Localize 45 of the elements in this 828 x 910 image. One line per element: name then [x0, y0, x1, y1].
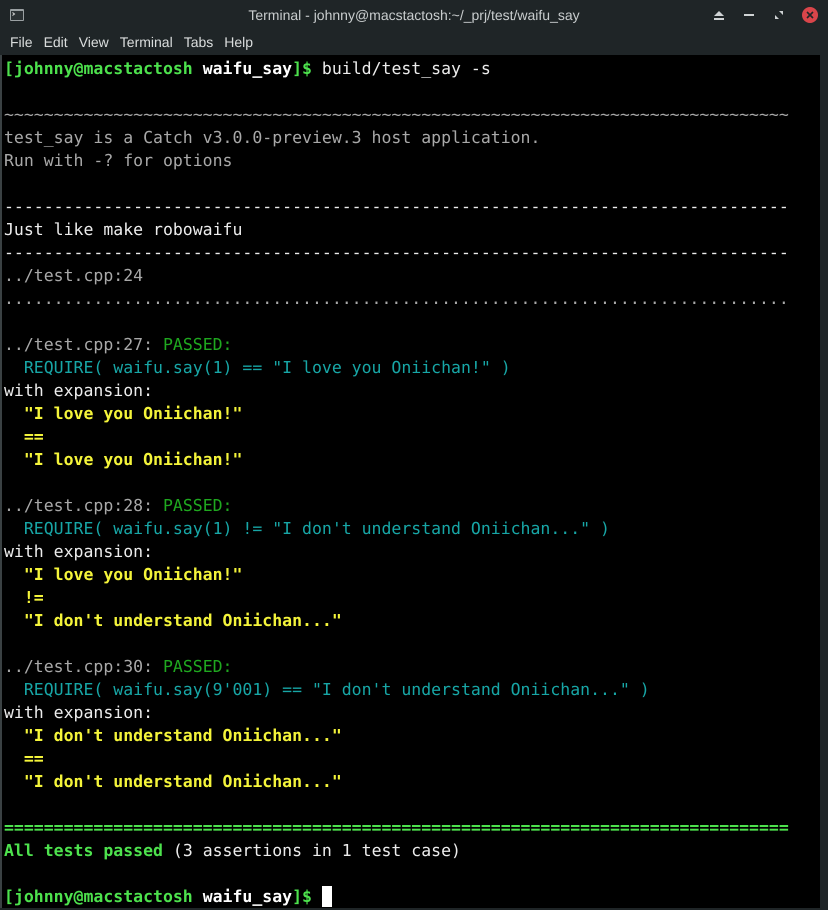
terminal-line: "I love you Oniichan!": [22, 564, 242, 586]
minimize-icon: [744, 14, 754, 16]
terminal-line: Just like make robowaifu: [4, 219, 242, 241]
terminal-line: Run with -? for options: [4, 150, 232, 172]
eject-icon: [714, 10, 724, 20]
terminal-line: "I love you Oniichan!": [22, 449, 242, 471]
terminal-line: ../test.cpp:27: PASSED:: [4, 334, 232, 356]
terminal-line: [johnny@macstactosh waifu_say]$: [4, 886, 313, 908]
terminal-line: ===============================================================================: [4, 817, 789, 839]
maximize-icon: [775, 11, 783, 19]
maximize-button[interactable]: [772, 8, 786, 22]
menu-item[interactable]: Terminal: [114, 32, 178, 53]
close-button[interactable]: [802, 7, 818, 23]
terminal-line: ../test.cpp:30: PASSED:: [4, 656, 232, 678]
terminal-line: ~~~~~~~~~~~~~~~~~~~~~~~~~~~~~~~~~~~~~~~~~~~~~~~~~~~~~~~~~~~~~~~~~~~~~~~~~~~~~~~: [4, 104, 789, 126]
terminal-line: "I don't understand Oniichan...": [22, 610, 342, 632]
terminal-line: REQUIRE( waifu.say(1) != "I don't understand Oniichan..." ): [22, 518, 610, 540]
menu-item[interactable]: Help: [219, 32, 258, 53]
terminal-line: ==: [22, 426, 44, 448]
terminal-line: "I don't understand Oniichan...": [22, 771, 342, 793]
terminal-icon: [10, 9, 24, 21]
terminal-line: All tests passed (3 assertions in 1 test case): [4, 840, 461, 862]
terminal-line: with expansion:: [4, 541, 154, 563]
terminal-line: !=: [22, 587, 44, 609]
terminal-line: ../test.cpp:28: PASSED:: [4, 495, 232, 517]
menu-item[interactable]: View: [74, 32, 114, 53]
terminal-line: [johnny@macstactosh waifu_say]$ build/test_say -s: [4, 58, 491, 80]
terminal-line: ../test.cpp:24: [4, 265, 144, 287]
close-icon: [806, 11, 814, 19]
menu-item[interactable]: File: [5, 32, 38, 53]
terminal-line: ==: [22, 748, 44, 770]
menu-item[interactable]: Tabs: [178, 32, 218, 53]
window-title: Terminal - johnny@macstactosh:~/_prj/test/waifu_say: [248, 6, 580, 25]
terminal-line: test_say is a Catch v3.0.0-preview.3 host application.: [4, 127, 540, 149]
terminal-line: with expansion:: [4, 380, 154, 402]
terminal-line: -------------------------------------------------------------------------------: [4, 196, 789, 218]
keep-above-button[interactable]: [712, 8, 726, 22]
terminal-line: with expansion:: [4, 702, 154, 724]
terminal-line: -------------------------------------------------------------------------------: [4, 242, 789, 264]
terminal-line: ...............................................................................: [4, 288, 789, 310]
terminal-line: "I love you Oniichan!": [22, 403, 242, 425]
terminal-line: REQUIRE( waifu.say(1) == "I love you Oniichan!" ): [22, 357, 511, 379]
menu-item[interactable]: Edit: [38, 32, 73, 53]
terminal-line: REQUIRE( waifu.say(9'001) == "I don't understand Oniichan..." ): [22, 679, 650, 701]
terminal-line: "I don't understand Oniichan...": [22, 725, 342, 747]
